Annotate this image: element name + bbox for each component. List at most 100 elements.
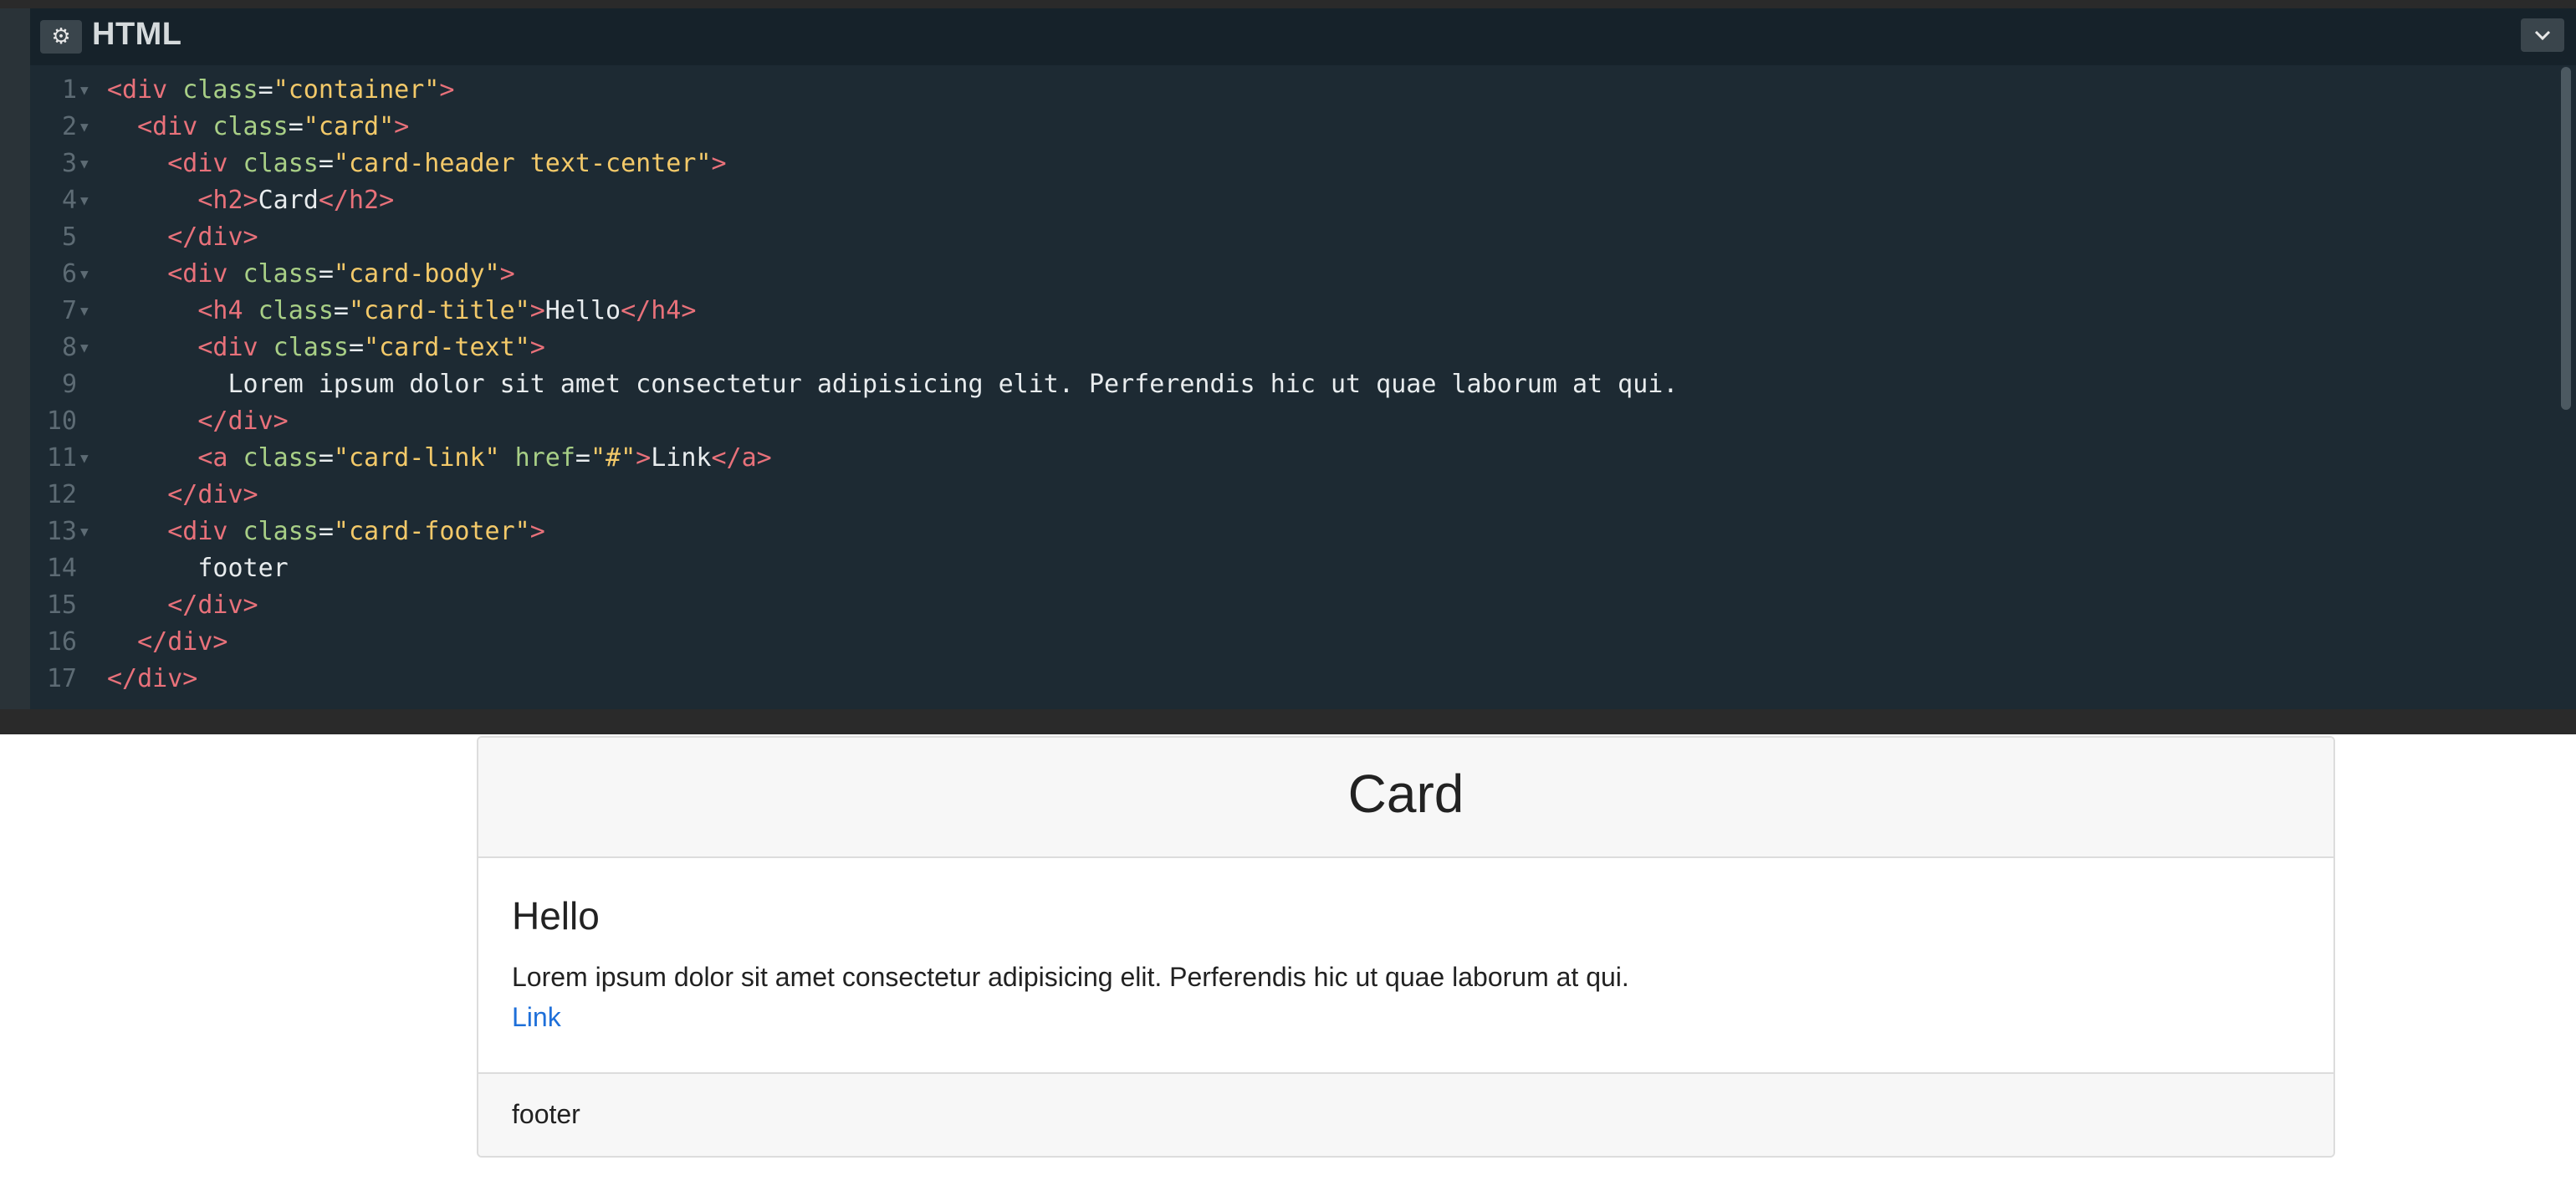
fold-arrow-icon[interactable]: ▼ xyxy=(80,514,89,550)
code-line[interactable]: 6 ▼ <div class="card-body"> xyxy=(30,256,2456,293)
code-token: = xyxy=(348,333,365,362)
code-token: class xyxy=(227,517,319,546)
code-token: <div xyxy=(167,149,228,178)
card-footer-text: footer xyxy=(512,1099,580,1129)
code-line[interactable]: 3 ▼ <div class="card-header text-center"> xyxy=(30,146,2456,182)
code-token: = xyxy=(258,75,273,105)
editor-title: HTML xyxy=(92,17,182,52)
code-line[interactable]: 17 </div> xyxy=(30,661,2456,698)
line-number: 6 xyxy=(61,259,77,289)
card-body: Hello Lorem ipsum dolor sit amet consect… xyxy=(512,858,2293,1072)
line-number: 16 xyxy=(46,627,77,657)
editor-scrollbar[interactable] xyxy=(2561,67,2571,410)
code-token: class xyxy=(258,333,349,362)
code-token: </div> xyxy=(137,627,228,657)
line-number: 2 xyxy=(61,112,77,141)
code-line[interactable]: 15 </div> xyxy=(30,587,2456,624)
fold-arrow-icon[interactable]: ▼ xyxy=(80,293,89,330)
code-token: <h4 xyxy=(197,296,243,325)
code-line[interactable]: 14 footer xyxy=(30,550,2456,587)
line-number: 12 xyxy=(46,480,77,509)
code-token: "card-title" xyxy=(348,296,530,325)
code-token: class xyxy=(167,75,258,105)
code-token: = xyxy=(318,443,334,473)
code-token: "card-text" xyxy=(364,333,530,362)
code-text: <a class="card-link" href="#">Link</a> xyxy=(197,440,771,477)
code-token: <div xyxy=(167,259,228,289)
code-token: <div xyxy=(107,75,168,105)
code-line[interactable]: 10 </div> xyxy=(30,403,2456,440)
code-token: class xyxy=(243,296,334,325)
fold-arrow-icon[interactable]: ▼ xyxy=(80,182,89,219)
code-token: <div xyxy=(197,333,258,362)
line-number: 11 xyxy=(46,443,77,473)
fold-arrow-icon[interactable]: ▼ xyxy=(80,330,89,366)
code-line[interactable]: 12 </div> xyxy=(30,477,2456,514)
code-text: <div class="card-header text-center"> xyxy=(167,146,726,182)
code-token: "card-header text-center" xyxy=(333,149,712,178)
code-text: <div class="card-text"> xyxy=(197,330,544,366)
code-text: </div> xyxy=(137,624,227,661)
code-token: = xyxy=(318,149,334,178)
line-number: 14 xyxy=(46,554,77,583)
fold-arrow-icon[interactable]: ▼ xyxy=(80,256,89,293)
code-token: "card-body" xyxy=(333,259,500,289)
code-text: </div> xyxy=(167,587,258,624)
card-title: Hello xyxy=(512,894,600,938)
editor-resize-handle[interactable] xyxy=(0,8,30,734)
code-text: <div class="container"> xyxy=(107,72,454,109)
fold-arrow-icon[interactable]: ▼ xyxy=(80,72,89,109)
code-text: </div> xyxy=(167,477,258,514)
code-area[interactable]: 1 ▼ <div class="container"> 2 ▼ <div class="c… xyxy=(30,65,2556,709)
code-text: Lorem ipsum dolor sit amet consectetur a… xyxy=(227,366,1678,403)
line-number: 17 xyxy=(46,664,77,693)
line-number: 7 xyxy=(61,296,77,325)
code-text: </div> xyxy=(107,661,197,698)
code-token: </div> xyxy=(167,480,258,509)
line-number: 1 xyxy=(61,75,77,105)
code-line[interactable]: 8 ▼ <div class="card-text"> xyxy=(30,330,2456,366)
code-token: Hello xyxy=(544,296,621,325)
code-token: "card-link" xyxy=(333,443,500,473)
code-token: class xyxy=(227,443,319,473)
code-token: <h2> xyxy=(197,186,258,215)
line-number: 5 xyxy=(61,222,77,252)
code-token: href xyxy=(499,443,575,473)
line-number: 3 xyxy=(61,149,77,178)
line-number: 8 xyxy=(61,333,77,362)
code-token: > xyxy=(711,149,727,178)
code-line[interactable]: 13 ▼ <div class="card-footer"> xyxy=(30,514,2456,550)
editor-resize-bar[interactable] xyxy=(0,709,2576,734)
line-number: 15 xyxy=(46,590,77,620)
code-text: footer xyxy=(197,550,288,587)
code-text: </div> xyxy=(167,219,258,256)
card-link[interactable]: Link xyxy=(512,1002,561,1033)
code-token: Link xyxy=(651,443,712,473)
code-token: class xyxy=(197,112,289,141)
code-token: = xyxy=(288,112,304,141)
code-line[interactable]: 16 </div> xyxy=(30,624,2456,661)
code-token: class xyxy=(227,149,319,178)
code-line[interactable]: 1 ▼ <div class="container"> xyxy=(30,72,2456,109)
preview-card: Card Hello Lorem ipsum dolor sit amet co… xyxy=(477,736,2335,1158)
settings-button[interactable]: ⚙ xyxy=(40,20,82,54)
code-line[interactable]: 5 </div> xyxy=(30,219,2456,256)
code-line[interactable]: 2 ▼ <div class="card"> xyxy=(30,109,2456,146)
collapse-button[interactable] xyxy=(2521,18,2564,52)
fold-arrow-icon[interactable]: ▼ xyxy=(80,146,89,182)
code-text: </div> xyxy=(197,403,288,440)
code-line[interactable]: 4 ▼ <h2>Card</h2> xyxy=(30,182,2456,219)
code-token: > xyxy=(499,259,515,289)
code-line[interactable]: 7 ▼ <h4 class="card-title">Hello</h4> xyxy=(30,293,2456,330)
code-text: <div class="card-footer"> xyxy=(167,514,545,550)
fold-arrow-icon[interactable]: ▼ xyxy=(80,440,89,477)
code-token: <a xyxy=(197,443,228,473)
code-editor-panel: ⚙ HTML 1 ▼ <div class="container"> 2 ▼ <div c… xyxy=(0,0,2576,734)
code-token: "card-footer" xyxy=(333,517,530,546)
fold-arrow-icon[interactable]: ▼ xyxy=(80,109,89,146)
chevron-down-icon xyxy=(2534,30,2551,41)
code-line[interactable]: 11 ▼ <a class="card-link" href="#">Link</a… xyxy=(30,440,2456,477)
code-token: = xyxy=(333,296,349,325)
code-token: > xyxy=(529,296,545,325)
code-line[interactable]: 9 Lorem ipsum dolor sit amet consectetur … xyxy=(30,366,2456,403)
